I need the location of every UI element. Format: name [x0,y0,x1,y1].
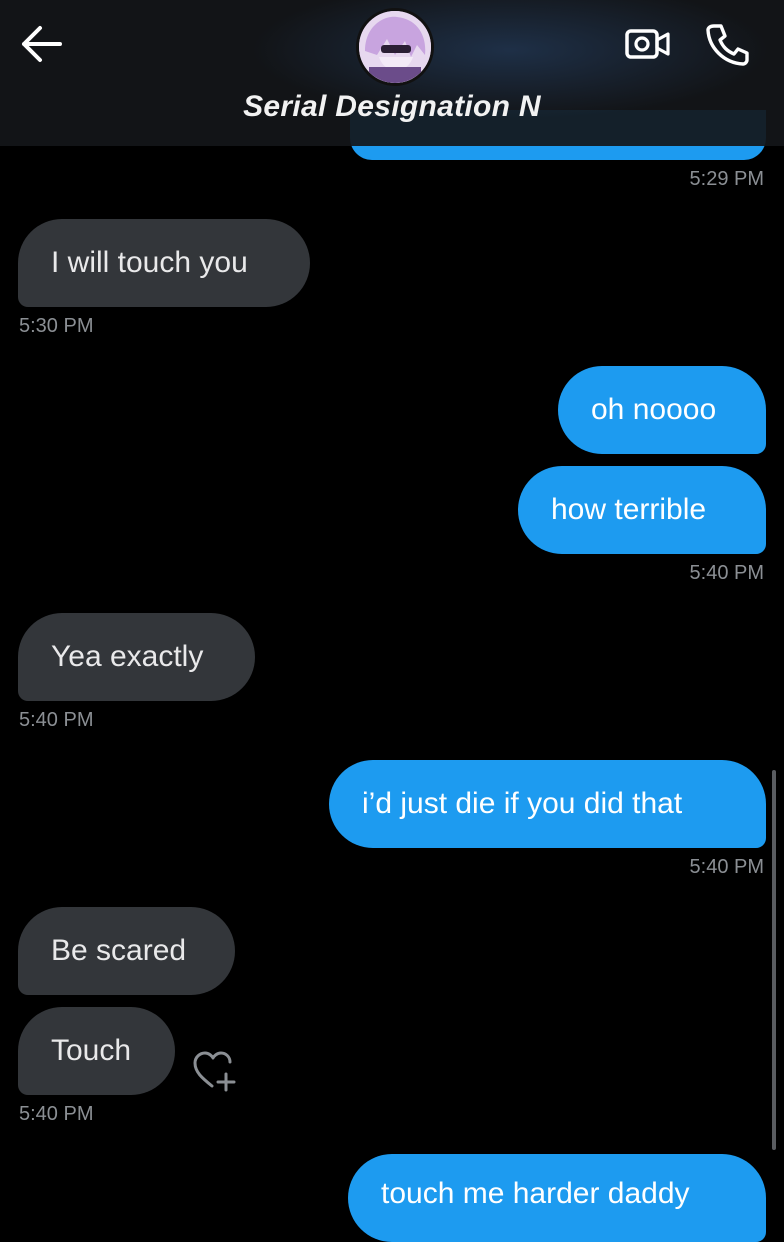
message-timestamp: 5:40 PM [19,709,94,731]
message-bubble-outgoing[interactable]: touch me harder daddy [348,1154,766,1242]
voice-call-button[interactable] [704,22,750,66]
message-timestamp: 5:40 PM [689,562,764,584]
video-call-button[interactable] [624,24,672,64]
video-camera-icon [625,29,670,59]
message-bubble-outgoing[interactable]: i’d just die if you did that [329,760,766,848]
phone-icon [706,24,749,66]
contact-name[interactable]: Serial Designation N [0,90,784,124]
avatar[interactable] [356,8,434,86]
avatar-image [359,11,431,83]
message-timestamp: 5:29 PM [689,168,764,190]
message-bubble-incoming[interactable]: I will touch you [18,219,310,307]
message-timestamp: 5:30 PM [19,315,94,337]
react-button[interactable] [192,1050,238,1092]
arrow-left-icon [22,26,62,62]
heart-plus-icon [193,1051,236,1092]
message-bubble-incoming[interactable]: Touch [18,1007,175,1095]
scrollbar[interactable] [772,770,776,1150]
message-bubble-incoming[interactable]: Yea exactly [18,613,255,701]
message-bubble-outgoing[interactable]: how terrible [518,466,766,554]
message-timestamp: 5:40 PM [19,1103,94,1125]
message-bubble-outgoing[interactable]: oh noooo [558,366,766,454]
back-button[interactable] [20,24,64,64]
conversation-header: Serial Designation N [0,0,784,146]
message-timestamp: 5:40 PM [689,856,764,878]
message-bubble-incoming[interactable]: Be scared [18,907,235,995]
